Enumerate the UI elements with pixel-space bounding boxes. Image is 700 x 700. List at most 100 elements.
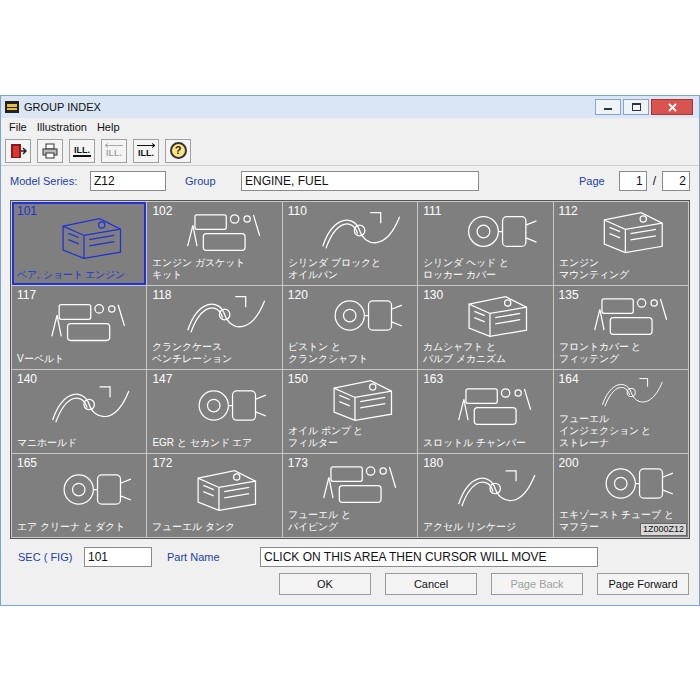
help-button[interactable]: ? [165, 139, 191, 163]
part-illustration-icon [37, 204, 141, 269]
part-illustration-icon [579, 456, 683, 509]
ill-forward-button[interactable]: ILL. [133, 139, 159, 163]
group-cell[interactable]: 140マニホールド [12, 370, 146, 453]
menu-item[interactable]: Illustration [37, 119, 87, 136]
group-label: フューエル とパイピング [288, 509, 412, 533]
close-icon [668, 103, 677, 112]
group-cell[interactable]: 150オイル ポンプ とフィルター [283, 370, 417, 453]
group-cell[interactable]: 117Vーベルト [12, 286, 146, 369]
group-field[interactable]: ENGINE, FUEL [241, 171, 479, 191]
part-illustration-icon [36, 288, 141, 353]
header-fields: Model Series:Z12GroupENGINE, FUELPage1/2 [1, 166, 699, 196]
part-name-field[interactable]: CLICK ON THIS AREA THEN CURSOR WILL MOVE [260, 547, 598, 567]
group-cell[interactable]: 102エンジン ガスケットキット [147, 202, 281, 285]
part-illustration-icon [579, 372, 683, 413]
group-number: 130 [423, 288, 443, 341]
group-number: 135 [559, 288, 579, 341]
part-illustration-icon [308, 288, 412, 341]
forward-arrow-icon [136, 143, 156, 148]
grid-code: 1Z000Z12 [640, 523, 687, 536]
menu-item[interactable]: Help [97, 119, 120, 136]
part-illustration-icon [172, 204, 276, 257]
print-button[interactable] [37, 139, 63, 163]
back-arrow-icon [104, 143, 124, 148]
group-cell[interactable]: 147EGR と セカンド エア [147, 370, 281, 453]
part-illustration-icon [308, 372, 412, 425]
sec-field[interactable]: 101 [84, 547, 152, 567]
group-cell[interactable]: 165エア クリーナ と ダクト [12, 454, 146, 537]
group-cell[interactable]: 163スロットル チャンバー [418, 370, 552, 453]
group-label: カムシャフト とバルブ メカニズム [423, 341, 547, 365]
exit-button[interactable] [5, 139, 31, 163]
ill-button[interactable]: ILL. [69, 139, 95, 163]
button-row: OK Cancel Page Back Page Forward [1, 571, 699, 605]
dialog-button[interactable]: Page Forward [597, 573, 689, 595]
group-number: 140 [17, 372, 37, 437]
group-cell[interactable]: 101ベア, ショート エンジン [12, 202, 146, 285]
page-total-field[interactable]: 2 [662, 171, 690, 191]
model-series-field[interactable]: Z12 [90, 171, 166, 191]
part-illustration-icon [578, 204, 683, 257]
group-cell[interactable]: 180アクセル リンケージ [418, 454, 552, 537]
part-illustration-icon [172, 288, 277, 341]
group-label: フューエル タンク [152, 521, 276, 533]
ill-back-button[interactable]: ILL. [101, 139, 127, 163]
group-label: フロントカバー とフィッテング [559, 341, 683, 365]
group-cell[interactable]: 135フロントカバー とフィッテング [554, 286, 688, 369]
group-number: 118 [152, 288, 171, 341]
part-illustration-icon [307, 204, 412, 257]
dialog-button[interactable]: Cancel [385, 573, 477, 595]
group-label: ピストン とクランクシャフト [288, 341, 412, 365]
app-icon [5, 101, 19, 113]
group-label: マニホールド [17, 437, 141, 449]
minimize-button[interactable] [595, 99, 621, 115]
group-number: 110 [288, 204, 307, 257]
group-cell[interactable]: 110シリンダ ブロックとオイルパン [283, 202, 417, 285]
group-label: スロットル チャンバー [423, 437, 547, 449]
group-cell[interactable]: 173フューエル とパイピング [283, 454, 417, 537]
close-button[interactable] [651, 99, 693, 115]
group-number: 147 [152, 372, 172, 437]
group-grid-panel: 101ベア, ショート エンジン102エンジン ガスケットキット110シリンダ … [10, 200, 690, 539]
group-label: Vーベルト [17, 353, 141, 365]
dialog-button[interactable]: Page Back [491, 573, 583, 595]
help-icon: ? [170, 142, 187, 159]
part-illustration-icon [308, 456, 412, 509]
group-label: Group [185, 173, 241, 190]
group-number: 120 [288, 288, 308, 341]
part-illustration-icon [579, 288, 683, 341]
sec-label: SEC ( FIG) [18, 549, 84, 566]
part-illustration-icon [172, 372, 276, 437]
group-cell[interactable]: 111シリンダ ヘッド とロッカー カバー [418, 202, 552, 285]
group-cell[interactable]: 164フューエルインジェクション とストレーナ [554, 370, 688, 453]
group-cell[interactable]: 112エンジンマウンティング [554, 202, 688, 285]
group-cell[interactable]: 120ピストン とクランクシャフト [283, 286, 417, 369]
menu-item[interactable]: File [9, 119, 27, 136]
group-label: エンジンマウンティング [559, 257, 683, 281]
group-label: エア クリーナ と ダクト [17, 521, 141, 533]
group-number: 164 [559, 372, 579, 413]
group-number: 163 [423, 372, 443, 437]
part-illustration-icon [443, 288, 547, 341]
group-label: エンジン ガスケットキット [152, 257, 276, 281]
model-series-label: Model Series: [10, 173, 90, 190]
part-illustration-icon [172, 456, 276, 521]
group-cell[interactable]: 172フューエル タンク [147, 454, 281, 537]
page: GROUP INDEXFileIllustrationHelpILL.ILL.I… [0, 0, 700, 700]
part-illustration-icon [443, 456, 547, 521]
dialog-button[interactable]: OK [279, 573, 371, 595]
printer-icon [41, 142, 59, 160]
group-cell[interactable]: 118クランクケースベンチレーション [147, 286, 281, 369]
group-number: 101 [17, 204, 37, 269]
group-label: シリンダ ヘッド とロッカー カバー [423, 257, 547, 281]
menu-bar: File Illustration Help [1, 118, 699, 136]
group-number: 172 [152, 456, 172, 521]
group-cell[interactable]: 130カムシャフト とバルブ メカニズム [418, 286, 552, 369]
part-name-label: Part Name [167, 549, 260, 566]
group-label: クランクケースベンチレーション [152, 341, 276, 365]
maximize-button[interactable] [623, 99, 649, 115]
group-number: 165 [17, 456, 37, 521]
page-current-field[interactable]: 1 [619, 171, 647, 191]
part-illustration-icon [443, 372, 547, 437]
maximize-icon [632, 103, 641, 111]
